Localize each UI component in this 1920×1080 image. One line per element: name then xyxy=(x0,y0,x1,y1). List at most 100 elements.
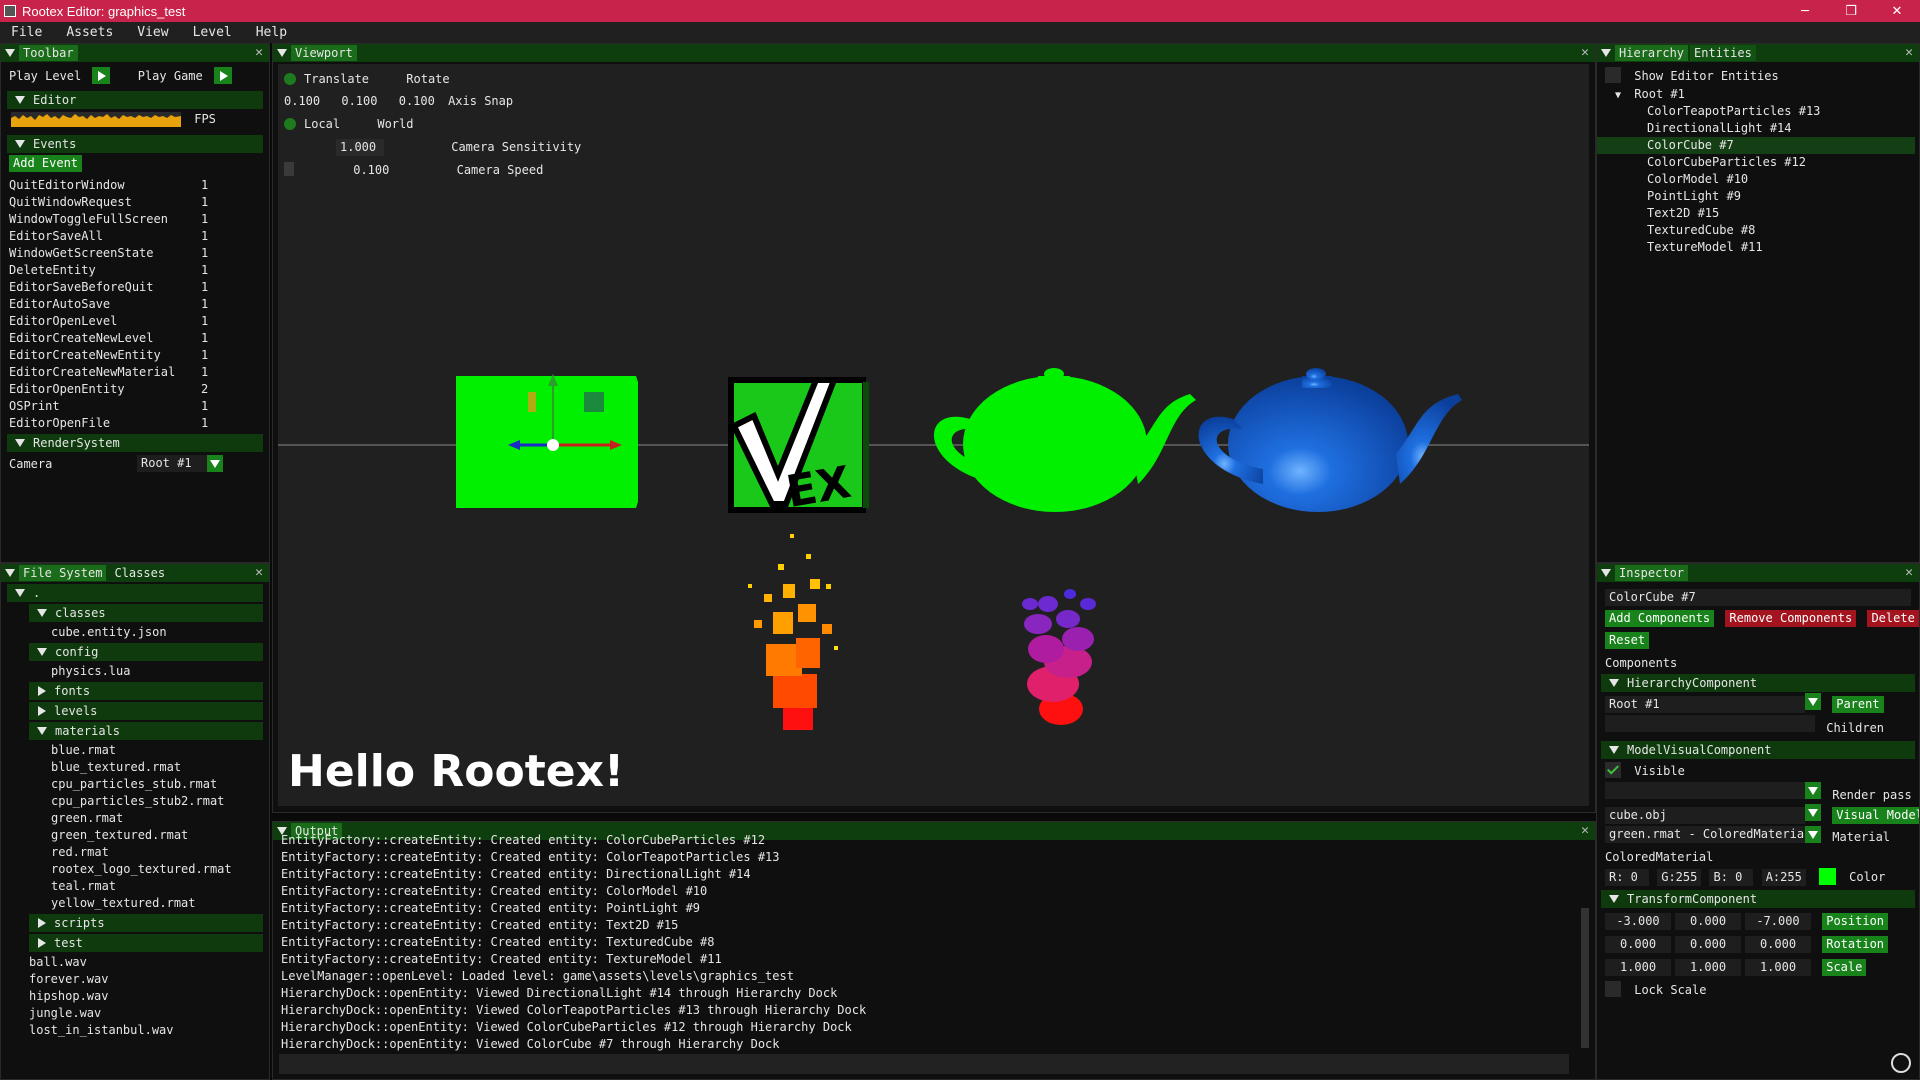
scale-y[interactable]: 1.000 xyxy=(1675,959,1741,976)
event-row[interactable]: QuitWindowRequest 1 xyxy=(1,194,269,211)
file-item[interactable]: green.rmat xyxy=(1,810,269,827)
folder-materials[interactable]: materials xyxy=(29,722,263,740)
file-item[interactable]: forever.wav xyxy=(1,971,269,988)
event-row[interactable]: EditorSaveBeforeQuit 1 xyxy=(1,279,269,296)
file-item[interactable]: cpu_particles_stub2.rmat xyxy=(1,793,269,810)
scale-z[interactable]: 1.000 xyxy=(1745,959,1811,976)
parent-dropdown-icon[interactable] xyxy=(1805,693,1821,710)
play-level-button[interactable] xyxy=(92,67,111,84)
event-row[interactable]: EditorCreateNewLevel 1 xyxy=(1,330,269,347)
hierarchy-root[interactable]: Root #1 xyxy=(1634,87,1685,101)
parent-button[interactable]: Parent xyxy=(1832,696,1884,713)
section-render-system[interactable]: RenderSystem xyxy=(7,434,263,452)
section-editor[interactable]: Editor xyxy=(7,91,263,109)
event-row[interactable]: EditorCreateNewMaterial 1 xyxy=(1,364,269,381)
event-row[interactable]: EditorOpenFile 1 xyxy=(1,415,269,432)
event-row[interactable]: EditorAutoSave 1 xyxy=(1,296,269,313)
menu-view[interactable]: View xyxy=(137,25,168,40)
section-transform-component[interactable]: TransformComponent xyxy=(1601,890,1915,908)
rotation-button[interactable]: Rotation xyxy=(1822,936,1889,953)
event-row[interactable]: DeleteEntity 1 xyxy=(1,262,269,279)
color-a-field[interactable]: A:255 xyxy=(1761,869,1806,886)
camera-dropdown-icon[interactable] xyxy=(207,455,223,472)
lock-scale-checkbox[interactable] xyxy=(1605,981,1621,997)
folder-scripts[interactable]: scripts xyxy=(29,914,263,932)
model-dropdown-icon[interactable] xyxy=(1805,804,1821,821)
chevron-down-icon[interactable]: ▼ xyxy=(1615,90,1621,101)
menu-level[interactable]: Level xyxy=(193,25,232,40)
file-item[interactable]: lost_in_istanbul.wav xyxy=(1,1022,269,1039)
collapse-icon[interactable] xyxy=(5,569,15,577)
maximize-button[interactable]: ❐ xyxy=(1828,0,1874,22)
menu-help[interactable]: Help xyxy=(256,25,287,40)
snap-x[interactable]: 0.100 xyxy=(284,94,320,108)
snap-y[interactable]: 0.100 xyxy=(341,94,377,108)
material-dropdown-icon[interactable] xyxy=(1805,826,1821,843)
hierarchy-item[interactable]: ColorCube #7 xyxy=(1597,137,1915,154)
position-button[interactable]: Position xyxy=(1822,913,1889,930)
hierarchy-item[interactable]: ColorCubeParticles #12 xyxy=(1597,154,1919,171)
rotation-x[interactable]: 0.000 xyxy=(1605,936,1671,953)
tab-hierarchy[interactable]: Hierarchy xyxy=(1615,45,1689,61)
close-window-button[interactable]: ✕ xyxy=(1874,0,1920,22)
rotation-z[interactable]: 0.000 xyxy=(1745,936,1811,953)
tab-inspector[interactable]: Inspector xyxy=(1615,565,1689,581)
hierarchy-item[interactable]: DirectionalLight #14 xyxy=(1597,120,1919,137)
file-item[interactable]: blue_textured.rmat xyxy=(1,759,269,776)
color-teapot-green[interactable] xyxy=(933,368,1196,512)
file-item[interactable]: red.rmat xyxy=(1,844,269,861)
position-z[interactable]: -7.000 xyxy=(1745,913,1811,930)
entity-name-field[interactable]: ColorCube #7 xyxy=(1605,589,1911,606)
tab-classes[interactable]: Classes xyxy=(110,565,169,581)
visual-model-button[interactable]: Visual Model xyxy=(1832,807,1919,824)
file-item[interactable]: cpu_particles_stub.rmat xyxy=(1,776,269,793)
close-icon[interactable]: ✕ xyxy=(1905,44,1913,62)
camera-select[interactable]: Root #1 xyxy=(137,455,207,472)
minimize-button[interactable]: ─ xyxy=(1782,0,1828,22)
rotate-label[interactable]: Rotate xyxy=(406,72,449,86)
event-row[interactable]: EditorCreateNewEntity 1 xyxy=(1,347,269,364)
file-item[interactable]: yellow_textured.rmat xyxy=(1,895,269,912)
render-pass-select[interactable] xyxy=(1605,782,1805,799)
parent-select[interactable]: Root #1 xyxy=(1605,696,1805,713)
remove-components-button[interactable]: Remove Components xyxy=(1725,610,1857,627)
collapse-icon[interactable] xyxy=(1601,49,1611,57)
show-editor-entities-checkbox[interactable] xyxy=(1605,67,1621,83)
folder-levels[interactable]: levels xyxy=(29,702,263,720)
rotation-y[interactable]: 0.000 xyxy=(1675,936,1741,953)
camera-speed-slider-grab[interactable] xyxy=(284,162,294,176)
file-item[interactable]: green_textured.rmat xyxy=(1,827,269,844)
section-model-visual-component[interactable]: ModelVisualComponent xyxy=(1601,741,1915,759)
textured-teapot-blue[interactable] xyxy=(1198,368,1462,512)
collapse-icon[interactable] xyxy=(277,49,287,57)
position-y[interactable]: 0.000 xyxy=(1675,913,1741,930)
output-scrollbar[interactable] xyxy=(1581,908,1589,1048)
snap-z[interactable]: 0.100 xyxy=(399,94,435,108)
position-x[interactable]: -3.000 xyxy=(1605,913,1671,930)
refresh-icon[interactable] xyxy=(1891,1053,1911,1073)
color-cube-particles[interactable] xyxy=(748,534,838,730)
section-events[interactable]: Events xyxy=(7,135,263,153)
folder-classes[interactable]: classes xyxy=(29,604,263,622)
menu-file[interactable]: File xyxy=(11,25,42,40)
camera-sensitivity-slider[interactable]: 1.000 xyxy=(336,139,384,156)
file-item[interactable]: cube.entity.json xyxy=(1,624,269,641)
file-item[interactable]: ball.wav xyxy=(1,954,269,971)
color-b-field[interactable]: B: 0 xyxy=(1709,869,1754,886)
folder-test[interactable]: test xyxy=(29,934,263,952)
add-event-button[interactable]: Add Event xyxy=(9,155,83,172)
gizmo-plane-yz[interactable] xyxy=(528,392,536,412)
file-item[interactable]: blue.rmat xyxy=(1,742,269,759)
file-item[interactable]: teal.rmat xyxy=(1,878,269,895)
children-list[interactable] xyxy=(1605,715,1815,732)
event-row[interactable]: EditorOpenEntity 2 xyxy=(1,381,269,398)
scale-x[interactable]: 1.000 xyxy=(1605,959,1671,976)
local-radio[interactable] xyxy=(284,118,296,130)
folder-root[interactable]: . xyxy=(7,584,263,602)
render-pass-dropdown-icon[interactable] xyxy=(1805,782,1821,799)
folder-fonts[interactable]: fonts xyxy=(29,682,263,700)
hierarchy-item[interactable]: PointLight #9 xyxy=(1597,188,1919,205)
event-row[interactable]: EditorSaveAll 1 xyxy=(1,228,269,245)
color-r-field[interactable]: R: 0 xyxy=(1605,869,1649,886)
scale-button[interactable]: Scale xyxy=(1822,959,1867,976)
